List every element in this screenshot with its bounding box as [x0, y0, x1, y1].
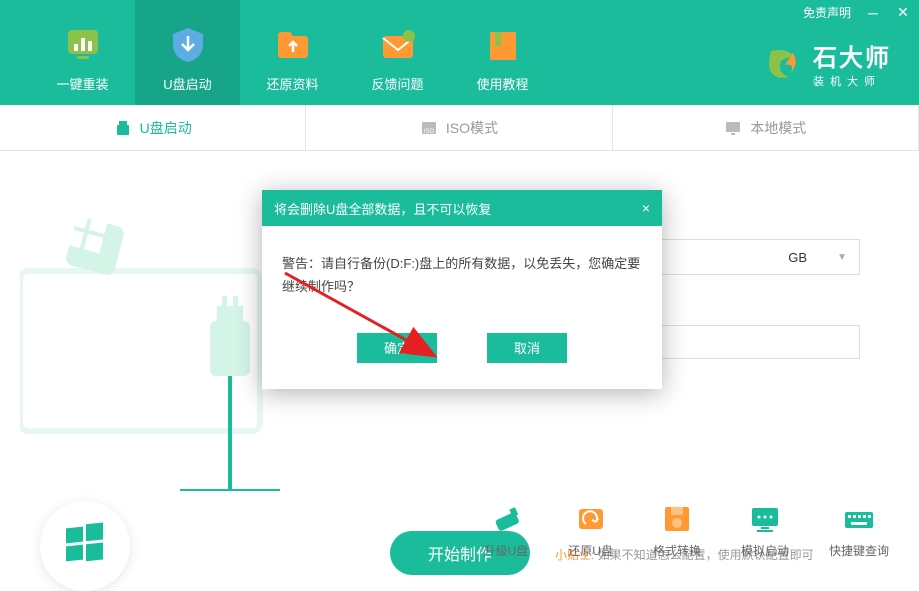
- chevron-down-icon: ▼: [837, 252, 847, 263]
- tool-restore-usb[interactable]: 还原U盘: [568, 502, 613, 559]
- dialog-title: 将会删除U盘全部数据，且不可以恢复: [274, 199, 491, 218]
- nav-label: U盘启动: [163, 74, 211, 93]
- window-controls: 免责声明 ─ ✕: [803, 4, 911, 21]
- dialog-header: 将会删除U盘全部数据，且不可以恢复 ×: [262, 190, 662, 226]
- tool-label: 还原U盘: [568, 542, 613, 559]
- chart-icon: [62, 24, 104, 66]
- tool-hotkey[interactable]: 快捷键查询: [829, 502, 889, 559]
- nav-feedback[interactable]: 反馈问题: [345, 0, 450, 105]
- nav-restore[interactable]: 还原资料: [240, 0, 345, 105]
- restore-icon: [574, 502, 608, 536]
- nav-label: 一键重装: [56, 74, 108, 93]
- usb-icon: [114, 119, 132, 137]
- confirm-dialog: 将会删除U盘全部数据，且不可以恢复 × 警告：请自行备份(D:F:)盘上的所有数…: [262, 190, 662, 389]
- usb-upgrade-icon: [489, 502, 523, 536]
- tool-upgrade-usb[interactable]: 升级U盘: [484, 502, 529, 559]
- tool-simulate[interactable]: 模拟启动: [741, 502, 789, 559]
- background-illustration: [20, 191, 300, 491]
- nav-label: 反馈问题: [371, 74, 423, 93]
- keyboard-icon: [842, 502, 876, 536]
- nav-reinstall[interactable]: 一键重装: [30, 0, 135, 105]
- logo-text: 石大师 装机大师: [813, 38, 891, 89]
- tool-label: 格式转换: [653, 542, 701, 559]
- shield-icon: [167, 24, 209, 66]
- bottom-tools: 升级U盘 还原U盘 格式转换 模拟启动 快捷键查询: [484, 502, 889, 559]
- logo-subtitle: 装机大师: [813, 73, 891, 89]
- app-header: 一键重装 U盘启动 还原资料 反馈问题 使用教程 免: [0, 0, 919, 105]
- close-button[interactable]: ✕: [895, 5, 911, 21]
- mode-tabs: U盘启动 ISO ISO模式 本地模式: [0, 105, 919, 151]
- tab-usb-boot[interactable]: U盘启动: [0, 105, 306, 150]
- logo-icon: [761, 43, 803, 85]
- tab-local-mode[interactable]: 本地模式: [613, 105, 919, 150]
- folder-up-icon: [272, 24, 314, 66]
- select-value: GB: [788, 250, 807, 265]
- nav-label: 还原资料: [266, 74, 318, 93]
- confirm-button[interactable]: 确定: [357, 333, 437, 363]
- tool-label: 升级U盘: [484, 542, 529, 559]
- tool-label: 模拟启动: [741, 542, 789, 559]
- minimize-button[interactable]: ─: [865, 5, 881, 21]
- nav-items: 一键重装 U盘启动 还原资料 反馈问题 使用教程: [0, 0, 555, 105]
- windows-logo-badge: [40, 501, 130, 591]
- nav-tutorial[interactable]: 使用教程: [450, 0, 555, 105]
- tool-label: 快捷键查询: [829, 542, 889, 559]
- iso-icon: ISO: [420, 119, 438, 137]
- svg-text:ISO: ISO: [424, 129, 435, 135]
- cancel-button[interactable]: 取消: [487, 333, 567, 363]
- monitor-icon: [724, 119, 742, 137]
- dialog-close-button[interactable]: ×: [642, 200, 650, 216]
- tool-format-convert[interactable]: 格式转换: [653, 502, 701, 559]
- logo: 石大师 装机大师: [761, 38, 891, 89]
- disk-icon: [660, 502, 694, 536]
- logo-title: 石大师: [813, 38, 891, 73]
- disclaimer-link[interactable]: 免责声明: [803, 4, 851, 21]
- tab-label: U盘启动: [140, 118, 192, 138]
- book-icon: [482, 24, 524, 66]
- tab-label: ISO模式: [446, 118, 498, 138]
- monitor-dots-icon: [748, 502, 782, 536]
- nav-label: 使用教程: [476, 74, 528, 93]
- dialog-body: 警告：请自行备份(D:F:)盘上的所有数据，以免丢失，您确定要继续制作吗？: [262, 226, 662, 319]
- nav-usb[interactable]: U盘启动: [135, 0, 240, 105]
- envelope-icon: [377, 24, 419, 66]
- dialog-footer: 确定 取消: [262, 319, 662, 389]
- tab-iso-mode[interactable]: ISO ISO模式: [306, 105, 612, 150]
- tab-label: 本地模式: [750, 118, 806, 138]
